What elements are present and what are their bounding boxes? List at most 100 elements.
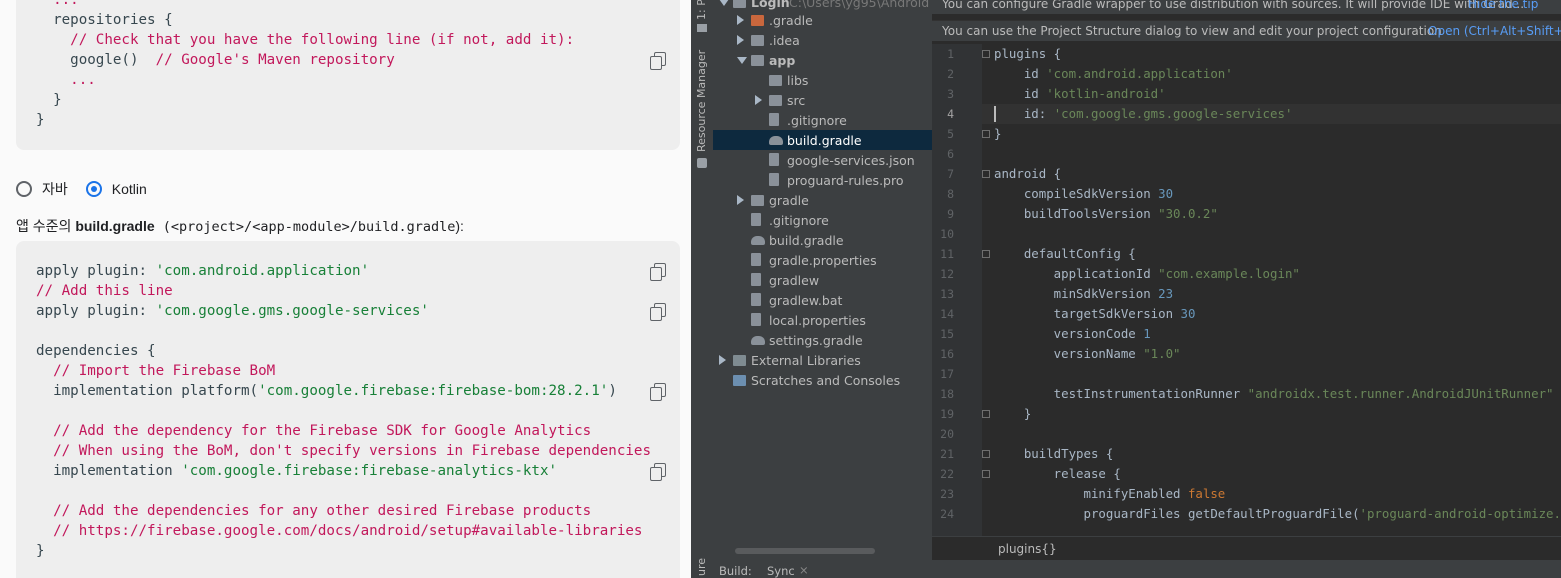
code-token: 23 xyxy=(1158,286,1174,301)
sync-tab[interactable]: Sync xyxy=(767,564,795,578)
line-number: 6 xyxy=(947,147,954,161)
code-line: } xyxy=(36,112,45,128)
tree-item[interactable]: settings.gradle xyxy=(713,330,932,350)
editor-line: targetSdkVersion 30 xyxy=(994,304,1196,324)
fold-marker-icon[interactable] xyxy=(982,470,990,478)
code-token: 'proguard-android-optimize.txt' xyxy=(1359,506,1561,521)
radio-java-label[interactable]: 자바 xyxy=(42,179,68,199)
editor-line: versionCode 1 xyxy=(994,324,1151,344)
code-token: false xyxy=(1187,486,1226,501)
project-tool-tab[interactable]: 1: P xyxy=(695,0,708,20)
tree-item[interactable]: .idea xyxy=(713,30,932,50)
code-token: 1 xyxy=(1143,326,1151,341)
code-text: google() xyxy=(36,52,156,68)
project-tree: Login C:\Users\yg95\Android .gradle .idea… xyxy=(713,0,932,560)
code-token: 30 xyxy=(1158,186,1174,201)
chevron-right-icon[interactable] xyxy=(719,355,726,365)
chevron-right-icon[interactable] xyxy=(737,35,744,45)
chevron-down-icon[interactable] xyxy=(737,57,747,64)
resource-manager-tab[interactable]: Resource Manager xyxy=(695,50,708,152)
build-tab-label[interactable]: Build: xyxy=(719,564,752,578)
left-tool-strip: 1: P Resource Manager ure xyxy=(691,0,714,578)
tree-item-label: app xyxy=(769,52,796,68)
code-line: ... xyxy=(36,0,79,8)
code-line: // Import the Firebase BoM xyxy=(36,363,276,379)
close-icon[interactable]: × xyxy=(799,563,809,577)
code-token: implementation platform( xyxy=(36,383,259,399)
fold-marker-icon[interactable] xyxy=(982,250,990,258)
fold-marker-icon[interactable] xyxy=(982,410,990,418)
file-icon xyxy=(751,273,761,286)
line-number: 14 xyxy=(940,307,954,321)
radio-kotlin[interactable] xyxy=(85,181,102,197)
code-token: release { xyxy=(994,466,1121,481)
editor-line: android { xyxy=(994,164,1061,184)
chevron-right-icon[interactable] xyxy=(737,15,744,25)
tree-item[interactable]: build.gradle xyxy=(713,230,932,250)
tree-item-label: .gitignore xyxy=(787,112,847,128)
tree-item[interactable]: External Libraries xyxy=(713,350,932,370)
fold-marker-icon[interactable] xyxy=(982,170,990,178)
line-number: 3 xyxy=(947,87,954,101)
code-token: "30.0.2" xyxy=(1158,206,1218,221)
tree-item-label: local.properties xyxy=(769,312,866,328)
tree-item[interactable]: libs xyxy=(713,70,932,90)
code-line: } xyxy=(36,543,45,559)
tree-item[interactable]: build.gradle xyxy=(713,130,932,150)
tree-item[interactable]: .gradle xyxy=(713,10,932,30)
tree-item[interactable]: .gitignore xyxy=(713,110,932,130)
hide-tip-link[interactable]: Hide the tip xyxy=(1468,0,1538,14)
structure-tab[interactable]: ure xyxy=(695,558,708,576)
fold-marker-icon[interactable] xyxy=(982,130,990,138)
editor-line: testInstrumentationRunner "androidx.test… xyxy=(994,384,1554,404)
breadcrumb[interactable]: plugins{} xyxy=(932,536,1561,561)
code-token: "androidx.test.runner.AndroidJUnitRunner… xyxy=(1247,386,1554,401)
tree-item[interactable]: local.properties xyxy=(713,310,932,330)
tree-item[interactable]: app xyxy=(713,50,932,70)
tree-item-label: gradlew.bat xyxy=(769,292,843,308)
tree-item[interactable]: gradle.properties xyxy=(713,250,932,270)
file-icon xyxy=(769,113,779,126)
editor-line: defaultConfig { xyxy=(994,244,1136,264)
radio-java[interactable] xyxy=(16,181,32,197)
code-token: } xyxy=(994,406,1032,421)
chevron-down-icon[interactable] xyxy=(719,0,729,6)
folder-icon xyxy=(751,195,764,206)
chevron-right-icon[interactable] xyxy=(737,195,744,205)
tree-item-label: External Libraries xyxy=(751,352,861,368)
tree-item[interactable]: .gitignore xyxy=(713,210,932,230)
tree-item[interactable]: gradlew xyxy=(713,270,932,290)
tree-item[interactable]: src xyxy=(713,90,932,110)
copy-icon[interactable] xyxy=(650,463,666,481)
line-number: 10 xyxy=(940,227,954,241)
code-editor[interactable]: You can configure Gradle wrapper to use … xyxy=(932,0,1561,561)
copy-icon[interactable] xyxy=(650,303,666,321)
tree-root-label: Login xyxy=(751,0,790,10)
tree-item-label: .idea xyxy=(769,32,800,48)
copy-icon[interactable] xyxy=(650,263,666,281)
copy-icon[interactable] xyxy=(650,383,666,401)
breadcrumb-item[interactable]: plugins{} xyxy=(998,537,1057,561)
code-token: 'kotlin-android' xyxy=(1046,86,1166,101)
tree-horizontal-scrollbar[interactable] xyxy=(735,548,875,554)
tree-item[interactable]: gradle xyxy=(713,190,932,210)
tree-item[interactable]: proguard-rules.pro xyxy=(713,170,932,190)
copy-icon[interactable] xyxy=(650,52,666,70)
code-token: 'com.android.application' xyxy=(1046,66,1233,81)
code-token: apply plugin: xyxy=(36,303,156,319)
fold-marker-icon[interactable] xyxy=(982,450,990,458)
chevron-right-icon[interactable] xyxy=(755,95,762,105)
code-token: buildToolsVersion xyxy=(994,206,1159,221)
line-number: 17 xyxy=(940,367,954,381)
tree-item[interactable]: gradlew.bat xyxy=(713,290,932,310)
radio-kotlin-label[interactable]: Kotlin xyxy=(112,181,147,197)
tree-item-label: settings.gradle xyxy=(769,332,863,348)
code-token: targetSdkVersion xyxy=(994,306,1181,321)
code-line: // Check that you have the following lin… xyxy=(36,32,575,48)
project-structure-banner: You can use the Project Structure dialog… xyxy=(932,20,1561,41)
open-project-structure-link[interactable]: Open (Ctrl+Alt+Shift+S) xyxy=(1428,21,1561,41)
tree-item[interactable]: Scratches and Consoles xyxy=(713,370,932,390)
fold-marker-icon[interactable] xyxy=(982,50,990,58)
tree-item[interactable]: google-services.json xyxy=(713,150,932,170)
line-number: 12 xyxy=(940,267,954,281)
